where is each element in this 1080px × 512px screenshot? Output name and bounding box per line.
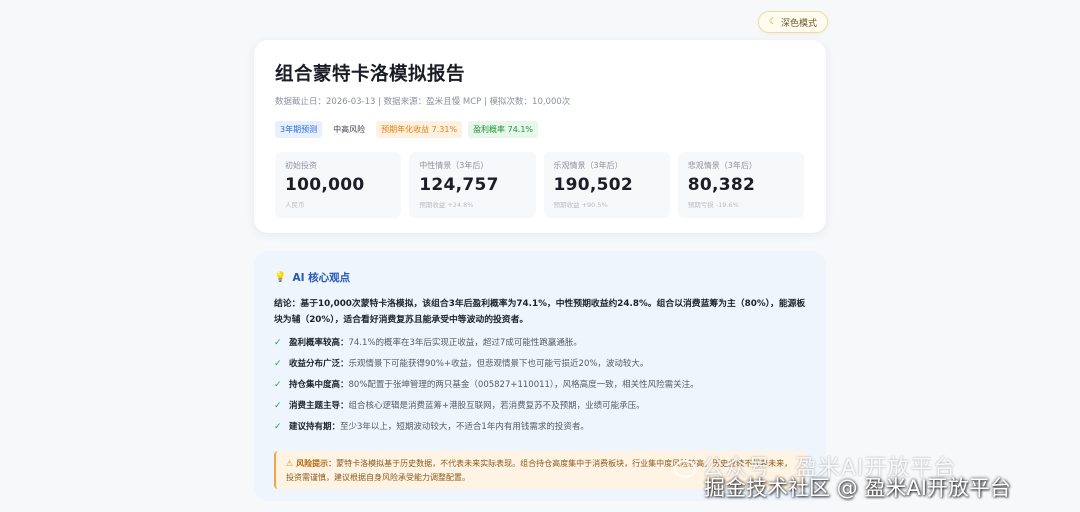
insight-heading: 持仓集中度高： bbox=[289, 380, 349, 390]
insight-body: 74.1%的概率在3年后实现正收益，超过7成可能性跑赢通胀。 bbox=[348, 338, 582, 348]
insight-body: 80%配置于张坤管理的两只基金（005827+110011），风格高度一致，相关… bbox=[348, 380, 699, 390]
insight-list: ✓ 盈利概率较高： 74.1%的概率在3年后实现正收益，超过7成可能性跑赢通胀。… bbox=[274, 338, 806, 443]
stat-label: 初始投资 bbox=[285, 161, 317, 170]
tag-row: 3年期预测 中高风险 预期年化收益 7.31% 盈利概率 74.1% bbox=[275, 121, 804, 138]
stat-value: 190,502 bbox=[553, 175, 634, 195]
tag-profit-probability: 盈利概率 74.1% bbox=[468, 121, 539, 138]
lightbulb-icon: 💡 bbox=[274, 272, 287, 283]
ai-conclusion: 结论：基于10,000次蒙特卡洛模拟，该组合3年后盈利概率为74.1%，中性预期… bbox=[274, 299, 806, 325]
insight-item: ✓ 建议持有期： 至少3年以上，短期波动较大，不适合1年内有用钱需求的投资者。 bbox=[274, 422, 806, 443]
insight-heading: 盈利概率较高： bbox=[289, 338, 349, 348]
stat-sub: 人民币 bbox=[285, 201, 305, 209]
risk-heading: 风险提示： bbox=[296, 459, 337, 468]
check-icon: ✓ bbox=[274, 401, 282, 411]
ai-title: AI 核心观点 bbox=[292, 272, 351, 284]
report-meta: 数据截止日：2026-03-13 | 数据来源：盈米且慢 MCP | 模拟次数：… bbox=[275, 97, 571, 107]
insight-item: ✓ 消费主题主导： 组合核心逻辑是消费蓝筹+港股互联网，若消费复苏不及预期，业绩… bbox=[274, 401, 806, 422]
stat-value: 124,757 bbox=[419, 175, 499, 195]
stat-sub: 预期收益 +24.8% bbox=[419, 201, 474, 209]
stat-value: 100,000 bbox=[285, 175, 365, 195]
stat-initial-investment: 初始投资 100,000 人民币 bbox=[275, 152, 402, 218]
stat-optimistic-scenario: 乐观情景（3年后） 190,502 预期收益 +90.5% bbox=[543, 152, 670, 218]
dark-mode-toggle[interactable]: ☾ 深色模式 bbox=[758, 11, 828, 33]
report-summary-card: 组合蒙特卡洛模拟报告 数据截止日：2026-03-13 | 数据来源：盈米且慢 … bbox=[254, 40, 826, 233]
stat-neutral-scenario: 中性情景（3年后） 124,757 预期收益 +24.8% bbox=[409, 152, 536, 218]
wechat-icon bbox=[674, 460, 696, 478]
insight-item: ✓ 盈利概率较高： 74.1%的概率在3年后实现正收益，超过7成可能性跑赢通胀。 bbox=[274, 338, 806, 359]
stat-sub: 预期收益 +90.5% bbox=[553, 201, 608, 209]
check-icon: ✓ bbox=[274, 359, 282, 369]
stat-label: 乐观情景（3年后） bbox=[553, 161, 623, 170]
dark-mode-label: 深色模式 bbox=[781, 18, 818, 29]
insight-heading: 消费主题主导： bbox=[289, 401, 349, 411]
report-title: 组合蒙特卡洛模拟报告 bbox=[275, 64, 466, 85]
tag-horizon: 3年期预测 bbox=[275, 121, 323, 138]
insight-heading: 收益分布广泛： bbox=[289, 359, 349, 369]
watermark-juejin: 掘金技术社区 @ 盈米AI开放平台 bbox=[704, 476, 1011, 500]
stats-row: 初始投资 100,000 人民币 中性情景（3年后） 124,757 预期收益 … bbox=[275, 152, 804, 218]
check-icon: ✓ bbox=[274, 422, 282, 432]
warning-icon: ⚠ bbox=[286, 459, 294, 468]
moon-icon: ☾ bbox=[768, 17, 778, 27]
insight-body: 组合核心逻辑是消费蓝筹+港股互联网，若消费复苏不及预期，业绩可能承压。 bbox=[348, 401, 645, 411]
stat-sub: 预期亏损 -19.6% bbox=[687, 201, 739, 209]
stat-label: 悲观情景（3年后） bbox=[687, 161, 757, 170]
stat-label: 中性情景（3年后） bbox=[419, 161, 489, 170]
check-icon: ✓ bbox=[274, 338, 282, 348]
insight-item: ✓ 持仓集中度高： 80%配置于张坤管理的两只基金（005827+110011）… bbox=[274, 380, 806, 401]
insight-item: ✓ 收益分布广泛： 乐观情景下可能获得90%+收益，但悲观情景下也可能亏损近20… bbox=[274, 359, 806, 380]
tag-expected-return: 预期年化收益 7.31% bbox=[376, 121, 463, 138]
tag-risk-level: 中高风险 bbox=[328, 121, 371, 138]
ai-header: 💡 AI 核心观点 bbox=[274, 270, 806, 285]
insight-body: 乐观情景下可能获得90%+收益，但悲观情景下也可能亏损近20%，波动较大。 bbox=[348, 359, 649, 369]
check-icon: ✓ bbox=[274, 380, 282, 390]
insight-heading: 建议持有期： bbox=[289, 422, 341, 432]
stat-pessimistic-scenario: 悲观情景（3年后） 80,382 预期亏损 -19.6% bbox=[677, 152, 804, 218]
insight-body: 至少3年以上，短期波动较大，不适合1年内有用钱需求的投资者。 bbox=[340, 422, 589, 432]
stat-value: 80,382 bbox=[687, 175, 756, 195]
